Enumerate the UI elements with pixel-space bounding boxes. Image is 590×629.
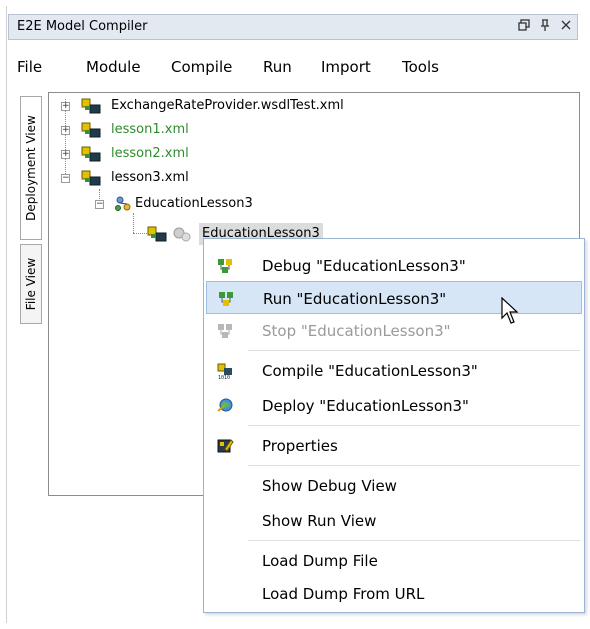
debug-icon: [218, 259, 232, 273]
menu-file[interactable]: File: [17, 58, 42, 76]
side-tab-strip: Deployment View File View: [18, 94, 46, 494]
tree-connector: [133, 213, 134, 233]
collapse-icon[interactable]: −: [95, 200, 104, 209]
menu-item-run[interactable]: Run "EducationLesson3": [206, 281, 582, 314]
tree-node-label: ExchangeRateProvider.wsdlTest.xml: [111, 98, 344, 113]
tree-node-lesson2[interactable]: + lesson2.xml: [61, 143, 461, 165]
tree-node-education-model[interactable]: − EducationLesson3: [95, 193, 395, 215]
deploy-icon: [217, 398, 233, 412]
tree-connector: [133, 233, 147, 234]
tree-node-exchange[interactable]: + ExchangeRateProvider.wsdlTest.xml: [61, 95, 461, 117]
menu-item-label: Compile "EducationLesson3": [262, 362, 478, 380]
tab-file-view-label: File View: [24, 257, 38, 311]
menu-item-label: Deploy "EducationLesson3": [262, 397, 469, 415]
close-icon[interactable]: [557, 18, 575, 36]
svg-text:1010: 1010: [218, 375, 230, 380]
tree-node-lesson3[interactable]: − lesson3.xml: [61, 167, 461, 189]
menu-separator: [248, 465, 580, 466]
menu-item-load-dump-file[interactable]: Load Dump File: [206, 544, 582, 577]
collapse-icon[interactable]: −: [61, 174, 70, 183]
compile-icon: 1010: [217, 363, 232, 380]
expand-icon[interactable]: +: [61, 150, 70, 159]
menu-item-label: Stop "EducationLesson3": [262, 322, 451, 340]
menu-item-label: Show Run View: [262, 512, 377, 530]
menu-item-label: Properties: [262, 437, 338, 455]
menu-item-label: Run "EducationLesson3": [263, 290, 447, 308]
module-icon: [81, 170, 101, 186]
tab-file-view[interactable]: File View: [20, 244, 42, 324]
menu-item-stop[interactable]: Stop "EducationLesson3": [206, 314, 582, 347]
menu-module[interactable]: Module: [86, 58, 141, 76]
mouse-cursor-icon: [501, 297, 519, 324]
module-icon: [81, 98, 101, 114]
tree-node-label: lesson3.xml: [111, 170, 189, 185]
window-title: E2E Model Compiler: [17, 19, 148, 34]
menu-item-label: Debug "EducationLesson3": [262, 257, 466, 275]
tree-node-label: lesson2.xml: [111, 146, 189, 161]
module-icon: [81, 146, 101, 162]
gears-icon: [173, 227, 191, 242]
expand-icon[interactable]: +: [61, 126, 70, 135]
context-menu: Debug "EducationLesson3" Run "EducationL…: [203, 238, 585, 613]
menu-item-label: Load Dump File: [262, 552, 378, 570]
tab-deployment-view[interactable]: Deployment View: [20, 96, 42, 240]
menu-item-compile[interactable]: 1010 Compile "EducationLesson3": [206, 354, 582, 387]
expand-icon[interactable]: +: [61, 102, 70, 111]
tree-node-label: lesson1.xml: [111, 122, 189, 137]
menu-item-properties[interactable]: Properties: [206, 429, 582, 462]
menu-separator: [248, 425, 580, 426]
menu-separator: [248, 350, 580, 351]
menu-run[interactable]: Run: [263, 58, 292, 76]
menu-tools[interactable]: Tools: [402, 58, 439, 76]
tree-node-label: EducationLesson3: [135, 196, 253, 211]
properties-icon: [217, 439, 234, 453]
stop-icon: [218, 324, 232, 338]
float-window-icon[interactable]: [515, 18, 533, 36]
menu-compile[interactable]: Compile: [171, 58, 232, 76]
title-bar: E2E Model Compiler: [8, 14, 578, 40]
menu-item-show-debug-view[interactable]: Show Debug View: [206, 469, 582, 502]
menu-import[interactable]: Import: [321, 58, 371, 76]
pin-icon[interactable]: [536, 18, 554, 36]
menu-item-load-dump-url[interactable]: Load Dump From URL: [206, 577, 582, 610]
menu-item-debug[interactable]: Debug "EducationLesson3": [206, 249, 582, 282]
module-icon: [147, 226, 167, 242]
menu-item-label: Load Dump From URL: [262, 585, 425, 603]
menu-separator: [248, 540, 580, 541]
menu-item-show-run-view[interactable]: Show Run View: [206, 504, 582, 537]
process-model-icon: [115, 196, 131, 211]
run-icon: [219, 292, 233, 306]
tree-node-lesson1[interactable]: + lesson1.xml: [61, 119, 461, 141]
tab-deployment-view-label: Deployment View: [24, 115, 38, 221]
menu-item-deploy[interactable]: Deploy "EducationLesson3": [206, 389, 582, 422]
module-icon: [81, 122, 101, 138]
menu-item-label: Show Debug View: [262, 477, 397, 495]
